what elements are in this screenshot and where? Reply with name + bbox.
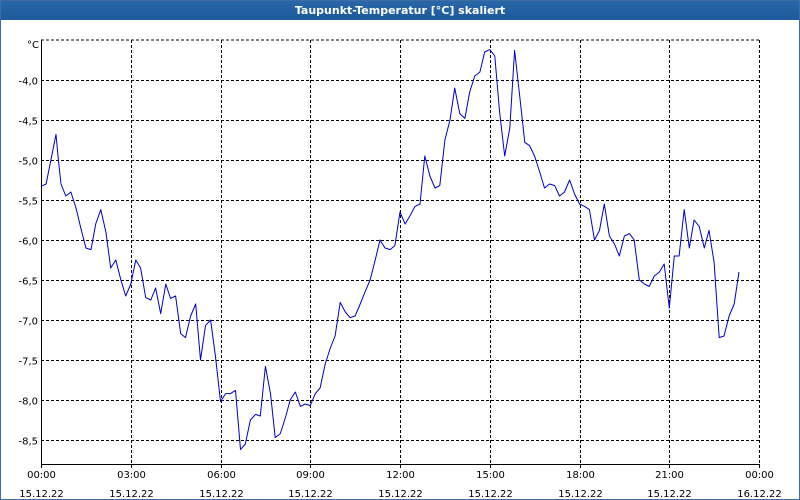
y-tick-label: -6,0 [18, 237, 38, 248]
series-layer [40, 49, 740, 451]
chart-window: Taupunkt-Temperatur [°C] skaliert °C -4,… [0, 0, 800, 500]
x-tick-date: 15.12.22 [647, 489, 692, 499]
x-tick-time: 00:00 [27, 470, 56, 481]
x-tick-time: 21:00 [655, 470, 684, 481]
x-tick-time: 12:00 [386, 470, 415, 481]
x-tick-date: 16.12.22 [737, 489, 782, 499]
x-tick-date: 15.12.22 [468, 489, 513, 499]
line-chart: °C -4,0-4,5-5,0-5,5-6,0-6,5-7,0-7,5-8,0-… [18, 39, 782, 499]
axes [41, 40, 760, 468]
y-axis-unit: °C [27, 40, 39, 51]
y-tick-label: -7,5 [18, 357, 38, 368]
x-tick-time: 09:00 [296, 470, 325, 481]
x-tick-date: 15.12.22 [19, 489, 64, 499]
x-tick-labels: 00:00 15.12.22 03:00 15.12.22 06:00 15.12.22 0… [19, 470, 782, 499]
y-tick-label: -5,5 [18, 197, 38, 208]
chart-title: Taupunkt-Temperatur [°C] skaliert [1, 1, 799, 20]
y-tick-label: -6,5 [18, 277, 38, 288]
x-tick-date: 15.12.22 [378, 489, 423, 499]
x-tick-time: 06:00 [207, 470, 236, 481]
x-tick-time: 18:00 [566, 470, 595, 481]
grid [41, 39, 760, 464]
x-tick-date: 15.12.22 [199, 489, 244, 499]
series-line-0 [40, 49, 740, 451]
x-tick-date: 15.12.22 [109, 489, 154, 499]
y-tick-labels: -4,0 -4,5 -5,0 -5,5 -6,0 -6,5 -7,0 -7,5 -8,0 -8,5 [18, 77, 38, 448]
x-tick-time: 03:00 [117, 470, 146, 481]
y-tick-label: -4,5 [18, 117, 38, 128]
y-tick-label: -8,5 [18, 437, 38, 448]
y-tick-label: -5,0 [18, 157, 38, 168]
x-tick-date: 15.12.22 [288, 489, 333, 499]
y-tick-label: -7,0 [18, 317, 38, 328]
x-tick-time: 15:00 [476, 470, 505, 481]
x-tick-date: 15.12.22 [558, 489, 603, 499]
x-tick-time: 00:00 [745, 470, 774, 481]
y-tick-label: -8,0 [18, 397, 38, 408]
y-tick-label: -4,0 [18, 77, 38, 88]
